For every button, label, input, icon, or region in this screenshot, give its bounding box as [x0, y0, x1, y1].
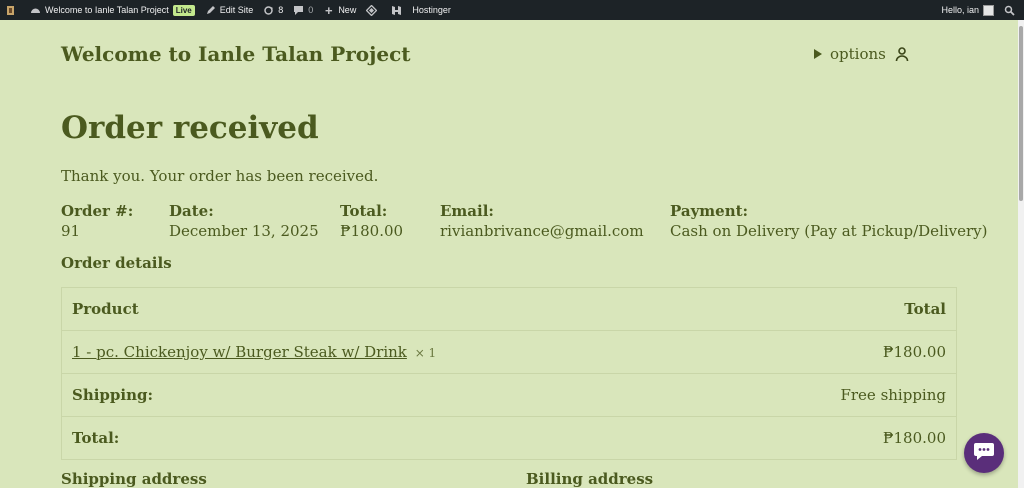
product-cell: 1 - pc. Chickenjoy w/ Burger Steak w/ Dr… — [61, 330, 736, 374]
diamond-icon — [365, 4, 378, 16]
admin-bar: Welcome to Ianle Talan Project Live Edit… — [0, 0, 1024, 20]
new-label: New — [338, 5, 357, 15]
thank-you-message: Thank you. Your order has been received. — [61, 167, 379, 185]
order-number-block: Order #: 91 — [61, 201, 133, 241]
avatar — [983, 4, 994, 16]
admin-bar-site-name-label: Welcome to Ianle Talan Project — [45, 5, 169, 15]
comments-link[interactable]: 0 — [288, 0, 318, 20]
shipping-label: Shipping: — [61, 373, 736, 417]
order-total-block: Total: ₱180.00 — [340, 201, 403, 241]
edit-site-label: Edit Site — [219, 5, 254, 15]
product-column-header: Product — [61, 287, 736, 331]
user-icon[interactable] — [895, 46, 909, 62]
chat-bubble-icon — [973, 441, 995, 465]
order-email-label: Email: — [440, 202, 494, 220]
order-number-label: Order #: — [61, 202, 134, 220]
new-content-link[interactable]: + New — [318, 0, 361, 20]
comment-icon — [293, 5, 304, 16]
hostinger-icon — [391, 5, 402, 16]
order-details-heading: Order details — [61, 254, 172, 272]
order-date-value: December 13, 2025 — [169, 222, 319, 240]
table-row: 1 - pc. Chickenjoy w/ Burger Steak w/ Dr… — [61, 330, 957, 374]
product-link[interactable]: 1 - pc. Chickenjoy w/ Burger Steak w/ Dr… — [72, 343, 407, 361]
hostinger-link[interactable]: Hostinger — [386, 0, 456, 20]
site-title[interactable]: Welcome to Ianle Talan Project — [61, 42, 410, 66]
product-quantity: × 1 — [414, 346, 437, 360]
order-email-value: rivianbrivance@gmail.com — [440, 222, 644, 240]
order-total-label: Total: — [340, 202, 388, 220]
grand-total-label: Total: — [61, 416, 736, 460]
chat-button[interactable] — [964, 433, 1004, 473]
shipping-address-heading: Shipping address — [61, 470, 207, 488]
order-date-label: Date: — [169, 202, 214, 220]
plugin-diamond-link[interactable] — [361, 0, 386, 20]
order-total-value: ₱180.00 — [340, 222, 404, 240]
order-payment-label: Payment: — [670, 202, 749, 220]
order-date-block: Date: December 13, 2025 — [169, 201, 319, 241]
page-title: Order received — [61, 110, 319, 146]
page-scrollbar[interactable] — [1018, 20, 1024, 488]
updates-icon — [263, 5, 274, 16]
dashboard-icon — [30, 5, 41, 16]
total-column-header: Total — [735, 287, 957, 331]
shipping-value: Free shipping — [735, 373, 957, 417]
triangle-right-icon — [814, 49, 822, 59]
updates-count: 8 — [278, 5, 284, 15]
options-menu[interactable]: options — [814, 45, 909, 63]
table-header-row: Product Total — [61, 287, 957, 331]
search-icon — [1004, 5, 1015, 16]
total-row: Total: ₱180.00 — [61, 416, 957, 460]
edit-site-link[interactable]: Edit Site — [200, 0, 259, 20]
pencil-icon — [205, 5, 216, 16]
live-badge: Live — [172, 4, 195, 16]
scrollbar-thumb[interactable] — [1019, 26, 1023, 201]
greeting-text: Hello, ian — [941, 5, 979, 15]
order-number-value: 91 — [61, 222, 81, 240]
order-email-block: Email: rivianbrivance@gmail.com — [440, 201, 644, 241]
admin-search-button[interactable] — [999, 0, 1024, 20]
wordpress-logo-item[interactable] — [0, 0, 25, 20]
order-payment-block: Payment: Cash on Delivery (Pay at Pickup… — [670, 201, 988, 241]
shipping-row: Shipping: Free shipping — [61, 373, 957, 417]
product-total: ₱180.00 — [735, 330, 957, 374]
billing-address-heading: Billing address — [526, 470, 654, 488]
updates-link[interactable]: 8 — [258, 0, 288, 20]
hostinger-label: Hostinger — [412, 5, 451, 15]
comments-count: 0 — [308, 5, 314, 15]
options-label: options — [830, 45, 886, 63]
my-account-link[interactable]: Hello, ian — [936, 0, 999, 20]
order-payment-value: Cash on Delivery (Pay at Pickup/Delivery… — [670, 222, 988, 240]
plus-icon: + — [325, 2, 333, 18]
order-details-table: Product Total 1 - pc. Chickenjoy w/ Burg… — [61, 287, 957, 460]
admin-bar-site-name[interactable]: Welcome to Ianle Talan Project Live — [25, 0, 200, 20]
grand-total-value: ₱180.00 — [735, 416, 957, 460]
site-logo-icon — [5, 5, 16, 16]
